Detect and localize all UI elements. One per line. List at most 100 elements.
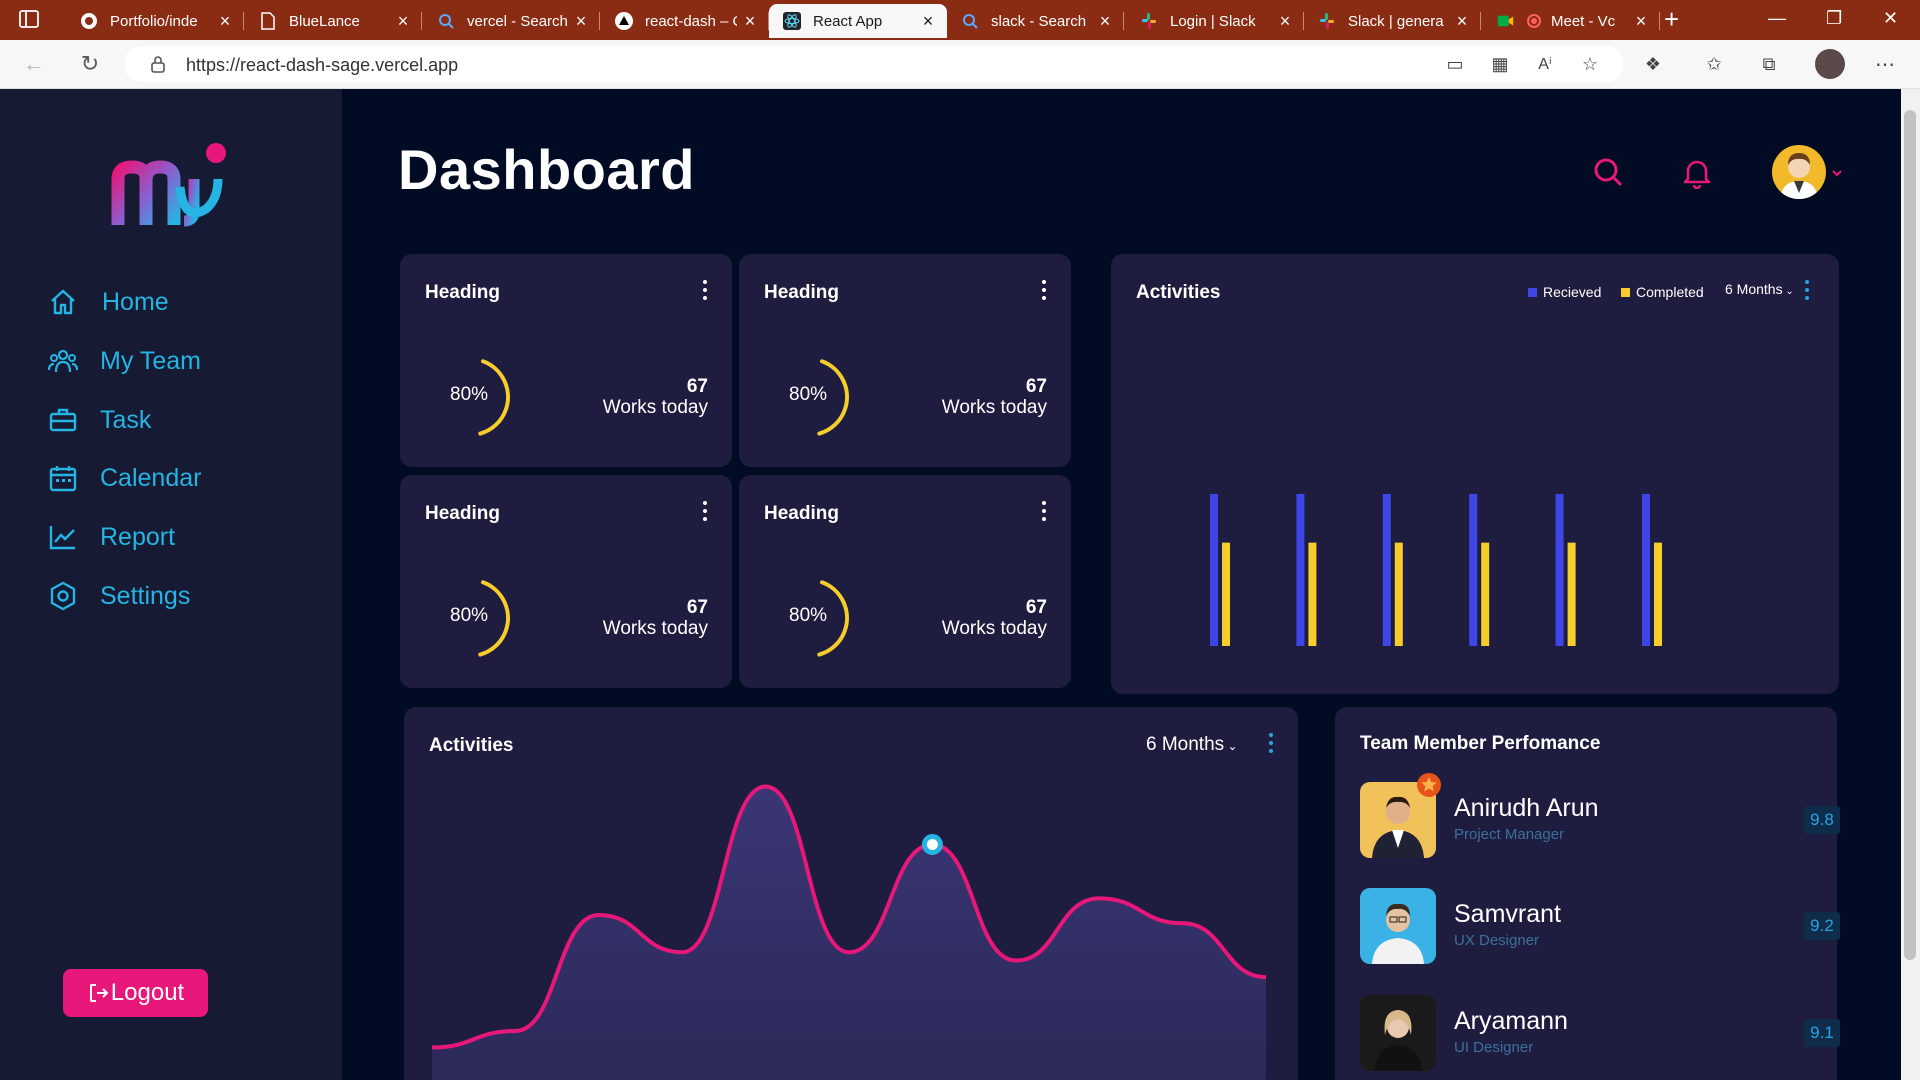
browser-tab-1[interactable]: Portfolio/inde ×: [66, 4, 244, 38]
url-field[interactable]: https://react-dash-sage.vercel.app: [124, 46, 1624, 82]
document-icon: [259, 12, 277, 30]
url-text: https://react-dash-sage.vercel.app: [186, 55, 459, 75]
team-performance-title: Team Member Perfomance: [1360, 733, 1601, 754]
stat-card-menu-icon[interactable]: [1041, 501, 1047, 525]
bar-completed: [1222, 542, 1230, 646]
collections-icon[interactable]: ⧉: [1757, 52, 1781, 76]
user-avatar[interactable]: [1772, 145, 1826, 199]
new-tab-button[interactable]: +: [1664, 6, 1679, 32]
bar-completed: [1567, 542, 1576, 646]
stat-card-percent: 80%: [789, 384, 828, 405]
tab-title: Portfolio/inde: [110, 12, 198, 30]
team-member-name: Anirudh Arun: [1454, 794, 1599, 822]
app-available-icon[interactable]: ▭: [1443, 52, 1467, 76]
favorites-icon[interactable]: ✩: [1702, 52, 1726, 76]
activities-line-chart: [431, 784, 1267, 1080]
browser-tab-7[interactable]: Login | Slack ×: [1126, 4, 1304, 38]
tab-actions-icon[interactable]: [18, 8, 40, 30]
activities-line-card: Activities 6 Months ⌄: [404, 707, 1298, 1080]
sidebar-item-label: Task: [100, 405, 152, 434]
team-member-photo: [1360, 888, 1436, 964]
bar-completed: [1394, 542, 1403, 646]
browser-tab-2[interactable]: BlueLance ×: [245, 4, 422, 38]
browser-tab-6[interactable]: slack - Search ×: [947, 4, 1124, 38]
browser-tab-4[interactable]: react-dash – C ×: [601, 4, 769, 38]
restore-button[interactable]: ❐: [1826, 8, 1842, 29]
refresh-button[interactable]: ↻: [76, 50, 104, 78]
stat-card-caption: Works today: [602, 397, 708, 418]
stat-card-percent: 80%: [450, 384, 489, 405]
close-tab-icon[interactable]: ×: [568, 11, 594, 32]
star-badge-icon: [1417, 773, 1441, 797]
react-icon: [783, 12, 801, 30]
sidebar-item-home[interactable]: Home: [48, 282, 169, 322]
sidebar-item-settings[interactable]: Settings: [48, 576, 190, 616]
chart-line-icon: [49, 526, 75, 550]
read-aloud-icon[interactable]: Aⁱ: [1533, 52, 1557, 76]
stat-card-menu-icon[interactable]: [702, 280, 708, 304]
back-button[interactable]: ←: [20, 50, 48, 78]
bar-received: [1555, 494, 1564, 646]
team-member-row[interactable]: Aryamann UI Designer 9.1: [1360, 995, 1840, 1071]
close-tab-icon[interactable]: ×: [1628, 11, 1654, 32]
close-tab-icon[interactable]: ×: [1449, 11, 1475, 32]
search-icon[interactable]: [1593, 157, 1623, 187]
close-window-button[interactable]: ✕: [1883, 8, 1898, 29]
team-member-name: Samvrant: [1454, 900, 1561, 928]
stat-card-menu-icon[interactable]: [1041, 280, 1047, 304]
add-favorite-icon[interactable]: ☆: [1578, 52, 1602, 76]
extensions-icon[interactable]: ❖: [1641, 52, 1665, 76]
close-tab-icon[interactable]: ×: [212, 11, 238, 32]
team-icon: [48, 349, 78, 373]
logout-button[interactable]: Logout: [63, 969, 208, 1017]
team-member-score: 9.8: [1804, 806, 1840, 834]
profile-avatar[interactable]: [1815, 49, 1845, 79]
browser-tab-3[interactable]: vercel - Search ×: [423, 4, 600, 38]
browser-tab-9[interactable]: Meet - Vc ×: [1483, 4, 1660, 38]
browser-tab-5[interactable]: React App ×: [769, 4, 947, 38]
address-bar: ← ↻ https://react-dash-sage.vercel.app ▭…: [0, 40, 1920, 89]
stat-card-caption: Works today: [941, 397, 1047, 418]
team-member-role: Project Manager: [1454, 826, 1565, 843]
stat-card: Heading 80% 67 Works today: [400, 254, 732, 467]
bell-icon[interactable]: [1682, 157, 1712, 189]
close-tab-icon[interactable]: ×: [915, 11, 941, 32]
highlight-point[interactable]: [921, 834, 943, 856]
team-member-score: 9.1: [1804, 1019, 1840, 1047]
bar-received: [1469, 494, 1478, 646]
close-tab-icon[interactable]: ×: [1092, 11, 1118, 32]
grid-icon[interactable]: ▦: [1488, 52, 1512, 76]
sidebar-item-task[interactable]: Task: [48, 400, 151, 440]
browser-tab-8[interactable]: Slack | genera ×: [1304, 4, 1481, 38]
stat-card-count: 67: [686, 376, 708, 397]
sidebar-item-calendar[interactable]: Calendar: [48, 458, 201, 498]
more-menu-icon[interactable]: ⋯: [1873, 52, 1897, 76]
stat-card-percent: 80%: [450, 605, 489, 626]
sidebar-item-report[interactable]: Report: [48, 517, 175, 557]
page-scrollbar-thumb[interactable]: [1904, 110, 1916, 960]
sidebar-item-my-team[interactable]: My Team: [48, 341, 201, 381]
close-tab-icon[interactable]: ×: [1272, 11, 1298, 32]
chevron-down-icon[interactable]: [1831, 169, 1843, 177]
stat-card-menu-icon[interactable]: [702, 501, 708, 525]
stat-card-heading: Heading: [764, 503, 839, 524]
minimize-button[interactable]: —: [1768, 8, 1786, 29]
team-member-row[interactable]: Anirudh Arun Project Manager 9.8: [1360, 773, 1840, 858]
sidebar-item-label: Calendar: [100, 463, 202, 492]
stat-card-heading: Heading: [425, 282, 500, 303]
bar-received: [1642, 494, 1650, 646]
brand-logo: [111, 143, 226, 227]
calendar-icon: [49, 466, 77, 492]
team-member-score: 9.2: [1804, 912, 1840, 940]
tab-title: Slack | genera: [1348, 12, 1444, 30]
close-tab-icon[interactable]: ×: [390, 11, 416, 32]
recording-icon: [1527, 14, 1541, 28]
close-tab-icon[interactable]: ×: [737, 11, 763, 32]
team-member-row[interactable]: Samvrant UX Designer 9.2: [1360, 888, 1840, 964]
area-fill: [432, 786, 1266, 1080]
settings-icon: [50, 581, 76, 611]
tab-title: React App: [813, 12, 883, 30]
stat-card-heading: Heading: [764, 282, 839, 303]
home-icon: [51, 289, 75, 315]
stat-card: Heading 80% 67 Works today: [400, 475, 732, 688]
